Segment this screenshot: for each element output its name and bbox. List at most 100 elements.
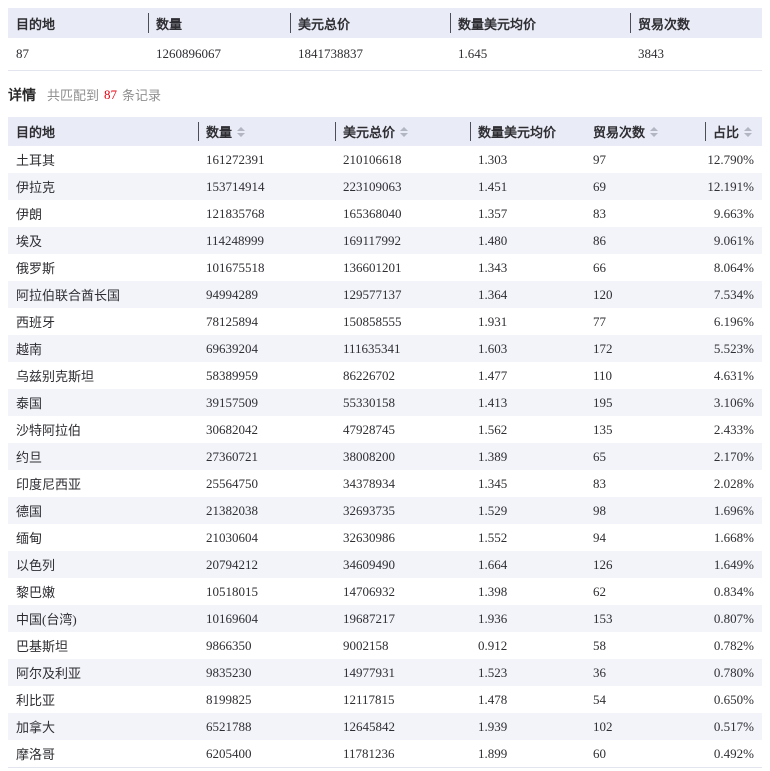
table-row: 越南696392041116353411.6031725.523% bbox=[8, 335, 762, 362]
table-cell: 1.664 bbox=[470, 551, 585, 578]
table-row: 中国(台湾)10169604196872171.9361530.807% bbox=[8, 605, 762, 632]
table-cell: 乌兹别克斯坦 bbox=[8, 362, 198, 389]
table-cell: 101675518 bbox=[198, 254, 335, 281]
table-cell: 1.478 bbox=[470, 686, 585, 713]
table-cell: 32693735 bbox=[335, 497, 470, 524]
table-cell: 伊拉克 bbox=[8, 173, 198, 200]
table-row: 俄罗斯1016755181366012011.343668.064% bbox=[8, 254, 762, 281]
table-cell: 6.196% bbox=[705, 308, 762, 335]
sort-icon[interactable] bbox=[650, 127, 658, 137]
column-header-quantity[interactable]: 数量 bbox=[198, 117, 335, 146]
table-cell: 2.028% bbox=[705, 470, 762, 497]
table-cell: 12.191% bbox=[705, 173, 762, 200]
table-cell: 161272391 bbox=[198, 146, 335, 173]
table-cell: 1.303 bbox=[470, 146, 585, 173]
table-cell: 泰国 bbox=[8, 389, 198, 416]
table-cell: 94994289 bbox=[198, 281, 335, 308]
table-cell: 165368040 bbox=[335, 200, 470, 227]
table-cell: 1.936 bbox=[470, 605, 585, 632]
table-cell: 69639204 bbox=[198, 335, 335, 362]
table-cell: 1.357 bbox=[470, 200, 585, 227]
table-cell: 14977931 bbox=[335, 659, 470, 686]
table-row: 伊拉克1537149142231090631.4516912.191% bbox=[8, 173, 762, 200]
table-cell: 9002158 bbox=[335, 632, 470, 659]
table-cell: 8199825 bbox=[198, 686, 335, 713]
table-row: 乌兹别克斯坦58389959862267021.4771104.631% bbox=[8, 362, 762, 389]
table-cell: 伊朗 bbox=[8, 200, 198, 227]
table-cell: 21030604 bbox=[198, 524, 335, 551]
column-header-usd-total[interactable]: 美元总价 bbox=[335, 117, 470, 146]
table-cell: 97 bbox=[585, 146, 705, 173]
main-table-body: 土耳其1612723912101066181.3039712.790%伊拉克15… bbox=[8, 146, 762, 768]
table-cell: 34378934 bbox=[335, 470, 470, 497]
table-cell: 1.389 bbox=[470, 443, 585, 470]
table-cell: 153714914 bbox=[198, 173, 335, 200]
table-cell: 6205400 bbox=[198, 740, 335, 767]
table-cell: 阿拉伯联合酋长国 bbox=[8, 281, 198, 308]
summary-table-row: 87 1260896067 1841738837 1.645 3843 bbox=[8, 38, 762, 71]
table-cell: 21382038 bbox=[198, 497, 335, 524]
table-cell: 30682042 bbox=[198, 416, 335, 443]
table-row: 以色列20794212346094901.6641261.649% bbox=[8, 551, 762, 578]
table-cell: 126 bbox=[585, 551, 705, 578]
table-cell: 169117992 bbox=[335, 227, 470, 254]
table-row: 泰国39157509553301581.4131953.106% bbox=[8, 389, 762, 416]
summary-value-trade-count: 3843 bbox=[630, 38, 762, 70]
table-cell: 2.433% bbox=[705, 416, 762, 443]
table-cell: 47928745 bbox=[335, 416, 470, 443]
table-cell: 0.492% bbox=[705, 740, 762, 767]
table-cell: 利比亚 bbox=[8, 686, 198, 713]
table-cell: 8.064% bbox=[705, 254, 762, 281]
table-cell: 1.668% bbox=[705, 524, 762, 551]
table-row: 西班牙781258941508585551.931776.196% bbox=[8, 308, 762, 335]
table-cell: 195 bbox=[585, 389, 705, 416]
table-cell: 1.477 bbox=[470, 362, 585, 389]
summary-table: 目的地 数量 美元总价 数量美元均价 贸易次数 87 1260896067 18… bbox=[8, 8, 762, 71]
column-header-trade-count[interactable]: 贸易次数 bbox=[585, 117, 705, 146]
table-cell: 9866350 bbox=[198, 632, 335, 659]
table-row: 利比亚8199825121178151.478540.650% bbox=[8, 686, 762, 713]
sort-icon[interactable] bbox=[744, 127, 752, 137]
table-cell: 2.170% bbox=[705, 443, 762, 470]
sort-icon[interactable] bbox=[237, 127, 245, 137]
table-cell: 0.650% bbox=[705, 686, 762, 713]
table-cell: 7.534% bbox=[705, 281, 762, 308]
table-cell: 西班牙 bbox=[8, 308, 198, 335]
table-cell: 114248999 bbox=[198, 227, 335, 254]
table-row: 摩洛哥6205400117812361.899600.492% bbox=[8, 740, 762, 767]
table-cell: 19687217 bbox=[335, 605, 470, 632]
table-cell: 1.939 bbox=[470, 713, 585, 740]
table-cell: 3.106% bbox=[705, 389, 762, 416]
summary-header-avg-price: 数量美元均价 bbox=[450, 8, 630, 38]
table-cell: 0.517% bbox=[705, 713, 762, 740]
table-row: 阿尔及利亚9835230149779311.523360.780% bbox=[8, 659, 762, 686]
table-cell: 6521788 bbox=[198, 713, 335, 740]
table-cell: 136601201 bbox=[335, 254, 470, 281]
table-row: 伊朗1218357681653680401.357839.663% bbox=[8, 200, 762, 227]
table-cell: 58389959 bbox=[198, 362, 335, 389]
table-row: 巴基斯坦986635090021580.912580.782% bbox=[8, 632, 762, 659]
table-cell: 14706932 bbox=[335, 578, 470, 605]
table-cell: 25564750 bbox=[198, 470, 335, 497]
table-row: 沙特阿拉伯30682042479287451.5621352.433% bbox=[8, 416, 762, 443]
table-cell: 20794212 bbox=[198, 551, 335, 578]
table-cell: 150858555 bbox=[335, 308, 470, 335]
table-cell: 1.523 bbox=[470, 659, 585, 686]
table-cell: 1.603 bbox=[470, 335, 585, 362]
table-row: 约旦27360721380082001.389652.170% bbox=[8, 443, 762, 470]
table-cell: 1.413 bbox=[470, 389, 585, 416]
table-cell: 1.696% bbox=[705, 497, 762, 524]
table-cell: 94 bbox=[585, 524, 705, 551]
table-cell: 12117815 bbox=[335, 686, 470, 713]
sort-icon[interactable] bbox=[400, 127, 408, 137]
table-cell: 120 bbox=[585, 281, 705, 308]
table-cell: 34609490 bbox=[335, 551, 470, 578]
column-header-share[interactable]: 占比 bbox=[705, 117, 762, 146]
table-cell: 中国(台湾) bbox=[8, 605, 198, 632]
table-cell: 111635341 bbox=[335, 335, 470, 362]
table-cell: 65 bbox=[585, 443, 705, 470]
table-cell: 1.364 bbox=[470, 281, 585, 308]
table-row: 印度尼西亚25564750343789341.345832.028% bbox=[8, 470, 762, 497]
table-cell: 1.899 bbox=[470, 740, 585, 767]
table-cell: 12645842 bbox=[335, 713, 470, 740]
